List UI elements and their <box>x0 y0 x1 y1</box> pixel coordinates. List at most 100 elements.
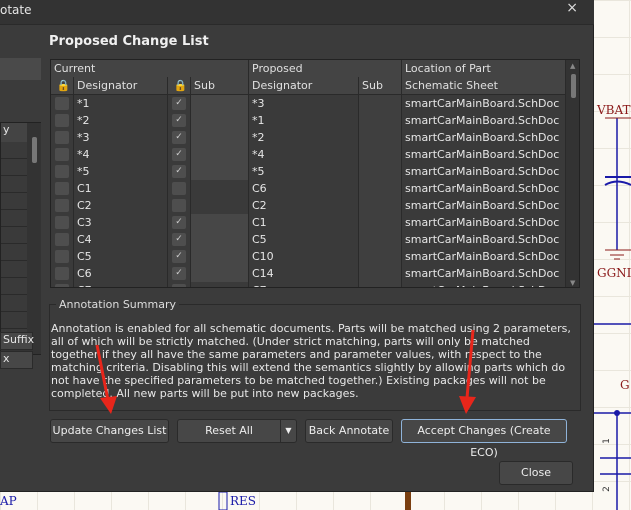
sub-lock-checkbox[interactable]: ✓ <box>172 216 186 229</box>
annotate-dialog: otate × Proposed Change List y Suffix x … <box>0 0 594 492</box>
lock-cell <box>51 146 74 163</box>
lock-cell <box>51 112 74 129</box>
column-header-row: 🔒 Designator 🔒 Sub Designator Sub Schema… <box>51 77 566 95</box>
lock-checkbox[interactable] <box>55 267 69 280</box>
proposed-sub <box>359 231 402 248</box>
lock-checkbox[interactable] <box>55 165 69 178</box>
sub-lock-checkbox[interactable] <box>172 199 186 212</box>
lock-checkbox[interactable] <box>55 148 69 161</box>
col-schematic-sheet[interactable]: Schematic Sheet <box>402 77 566 94</box>
suffix-field[interactable]: Suffix <box>0 332 34 350</box>
annotation-summary-label: Annotation Summary <box>56 298 179 311</box>
left-list-header: y <box>1 123 27 142</box>
col-current-designator[interactable]: Designator <box>74 77 168 94</box>
sub-lock-checkbox[interactable]: ✓ <box>172 148 186 161</box>
lock-cell <box>51 214 74 231</box>
sub-lock-cell <box>168 282 191 287</box>
table-row[interactable]: C4 ✓ C5 smartCarMainBoard.SchDoc <box>51 231 566 248</box>
chevron-down-icon[interactable]: ▼ <box>280 420 296 442</box>
table-row[interactable]: *4 ✓ *4 smartCarMainBoard.SchDoc <box>51 146 566 163</box>
current-sub <box>191 282 249 287</box>
sub-lock-checkbox[interactable]: ✓ <box>172 114 186 127</box>
proposed-sub <box>359 197 402 214</box>
col-proposed-sub[interactable]: Sub <box>359 77 402 94</box>
current-designator: C3 <box>74 214 168 231</box>
current-sub <box>191 95 249 112</box>
table-row[interactable]: *1 ✓ *3 smartCarMainBoard.SchDoc <box>51 95 566 112</box>
proposed-sub <box>359 146 402 163</box>
table-row[interactable]: C2 C2 smartCarMainBoard.SchDoc <box>51 197 566 214</box>
sub-lock-checkbox[interactable] <box>172 182 186 195</box>
table-row[interactable]: *2 ✓ *1 smartCarMainBoard.SchDoc <box>51 112 566 129</box>
proposed-designator: C5 <box>249 231 359 248</box>
table-row[interactable]: C6 ✓ C14 smartCarMainBoard.SchDoc <box>51 265 566 282</box>
proposed-sub <box>359 214 402 231</box>
table-row[interactable]: C3 ✓ C1 smartCarMainBoard.SchDoc <box>51 214 566 231</box>
lock-cell <box>51 197 74 214</box>
lock-icon[interactable]: 🔒 <box>168 77 191 94</box>
accept-changes-button[interactable]: Accept Changes (Create ECO) <box>401 419 567 459</box>
lock-checkbox[interactable] <box>55 114 69 127</box>
current-designator: C4 <box>74 231 168 248</box>
table-scrollbar[interactable]: ▲ ▼ <box>566 60 579 287</box>
col-current-sub[interactable]: Sub <box>191 77 249 94</box>
table-row[interactable]: C5 ✓ C10 smartCarMainBoard.SchDoc <box>51 248 566 265</box>
sub-lock-cell: ✓ <box>168 265 191 282</box>
lock-checkbox[interactable] <box>55 199 69 212</box>
lock-checkbox[interactable] <box>55 131 69 144</box>
sub-lock-checkbox[interactable]: ✓ <box>172 250 186 263</box>
current-sub <box>191 248 249 265</box>
pin-2: 2 <box>601 486 612 492</box>
current-designator: C2 <box>74 197 168 214</box>
reset-all-label: Reset All <box>205 424 253 437</box>
lock-checkbox[interactable] <box>55 97 69 110</box>
proposed-sub <box>359 163 402 180</box>
left-scrollbar[interactable] <box>29 123 41 354</box>
sub-lock-checkbox[interactable]: ✓ <box>172 131 186 144</box>
close-button[interactable]: Close <box>499 461 573 485</box>
proposed-sub <box>359 180 402 197</box>
net-label-vbat: VBAT <box>597 103 631 117</box>
col-proposed-designator[interactable]: Designator <box>249 77 359 94</box>
table-row[interactable]: *3 ✓ *2 smartCarMainBoard.SchDoc <box>51 129 566 146</box>
sub-lock-checkbox[interactable]: ✓ <box>172 97 186 110</box>
schematic-sheet: smartCarMainBoard.SchDoc <box>402 265 566 282</box>
current-sub <box>191 112 249 129</box>
sub-lock-checkbox[interactable]: ✓ <box>172 233 186 246</box>
schematic-sheet: smartCarMainBoard.SchDoc <box>402 129 566 146</box>
lock-checkbox[interactable] <box>55 216 69 229</box>
proposed-designator: C7 <box>249 282 359 287</box>
sub-lock-checkbox[interactable] <box>172 284 186 287</box>
lock-checkbox[interactable] <box>55 182 69 195</box>
schematic-sheet: smartCarMainBoard.SchDoc <box>402 112 566 129</box>
close-icon[interactable]: × <box>566 0 578 16</box>
sub-lock-checkbox[interactable]: ✓ <box>172 267 186 280</box>
lock-cell <box>51 231 74 248</box>
current-sub <box>191 146 249 163</box>
sub-lock-cell <box>168 197 191 214</box>
table-row[interactable]: C1 C6 smartCarMainBoard.SchDoc <box>51 180 566 197</box>
sub-lock-cell: ✓ <box>168 163 191 180</box>
current-designator: C1 <box>74 180 168 197</box>
pin-1: 1 <box>601 438 612 444</box>
suffix-field-2[interactable]: x <box>0 351 33 369</box>
proposed-designator: C10 <box>249 248 359 265</box>
schematic-sheet: smartCarMainBoard.SchDoc <box>402 231 566 248</box>
lock-cell <box>51 129 74 146</box>
schematic-sheet: smartCarMainBoard.SchDoc <box>402 146 566 163</box>
group-header-row: Current Proposed Location of Part <box>51 60 566 77</box>
back-annotate-button[interactable]: Back Annotate <box>305 419 393 443</box>
schematic-sheet: smartCarMainBoard.SchDoc <box>402 163 566 180</box>
table-row[interactable]: *5 ✓ *5 smartCarMainBoard.SchDoc <box>51 163 566 180</box>
table-row[interactable]: C7 C7 smartCarMainBoard.SchDoc <box>51 282 566 287</box>
lock-checkbox[interactable] <box>55 284 69 287</box>
lock-checkbox[interactable] <box>55 250 69 263</box>
update-changes-list-button[interactable]: Update Changes List <box>50 419 169 443</box>
sub-lock-cell <box>168 180 191 197</box>
lock-checkbox[interactable] <box>55 233 69 246</box>
reset-all-button[interactable]: Reset All ▼ <box>177 419 297 443</box>
current-designator: C5 <box>74 248 168 265</box>
current-sub <box>191 129 249 146</box>
lock-icon[interactable]: 🔒 <box>51 77 74 94</box>
sub-lock-checkbox[interactable]: ✓ <box>172 165 186 178</box>
